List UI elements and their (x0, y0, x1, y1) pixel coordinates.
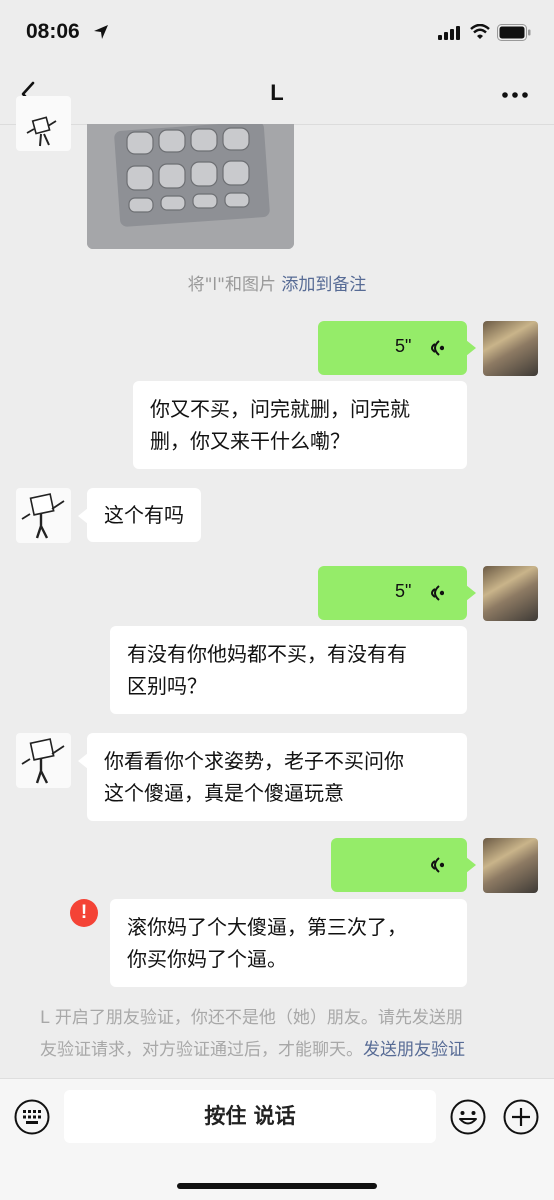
send-verification-link[interactable]: 发送朋友验证 (363, 1040, 465, 1060)
nav-bar: L (0, 64, 554, 125)
add-remark-notice: 将"l"和图片 添加到备注 (0, 270, 554, 295)
voice-duration: 5" (395, 581, 412, 601)
hold-to-talk-button[interactable]: 按住 说话 (64, 1090, 436, 1143)
contact-avatar[interactable] (16, 733, 71, 788)
voice-transcript: 滚你妈了个大傻逼，第三次了， 你买你妈了个逼。 (110, 899, 467, 987)
battery-icon (497, 24, 531, 41)
keyboard-icon[interactable] (14, 1099, 50, 1135)
text-message[interactable]: 你看看你个求姿势，老子不买问你 这个傻逼，真是个傻逼玩意 (78, 733, 467, 821)
add-remark-text: 将"l"和图片 (187, 275, 276, 295)
voice-message[interactable]: 5" (318, 566, 476, 620)
voice-message[interactable]: 5" (318, 321, 476, 375)
status-bar: 08:06 (0, 0, 554, 64)
friend-verification-notice: L 开启了朋友验证，你还不是他（她）朋友。请先发送朋 友验证请求，对方验证通过后… (40, 1008, 465, 1060)
message-text: 这个有吗 (104, 503, 184, 527)
chat-title: L (270, 80, 284, 105)
voice-wave-icon (431, 340, 444, 356)
wifi-icon (470, 24, 490, 39)
emoji-icon[interactable] (450, 1099, 486, 1135)
home-indicator (177, 1183, 377, 1189)
location-arrow-icon (94, 25, 108, 39)
my-avatar[interactable] (483, 566, 538, 621)
contact-avatar[interactable] (16, 96, 71, 151)
image-message[interactable] (87, 124, 294, 249)
plus-icon[interactable] (503, 1099, 539, 1135)
more-options-icon[interactable] (501, 90, 529, 100)
voice-wave-icon (431, 585, 444, 601)
my-avatar[interactable] (483, 321, 538, 376)
my-avatar[interactable] (483, 838, 538, 893)
add-remark-link[interactable]: 添加到备注 (281, 275, 366, 295)
contact-avatar[interactable] (16, 488, 71, 543)
voice-duration: 5" (395, 336, 412, 356)
voice-wave-icon (431, 857, 444, 873)
send-failed-icon[interactable]: ! (70, 899, 98, 927)
signal-icon (438, 26, 460, 40)
voice-transcript: 有没有你他妈都不买，有没有有 区别吗？ (110, 626, 467, 714)
voice-message[interactable] (331, 838, 476, 892)
status-time: 08:06 (26, 20, 80, 43)
text-message[interactable]: 这个有吗 (78, 488, 201, 542)
voice-transcript: 你又不买，问完就删，问完就 删，你又来干什么嘞？ (133, 381, 467, 469)
input-bar: 按住 说话 (0, 1078, 554, 1200)
